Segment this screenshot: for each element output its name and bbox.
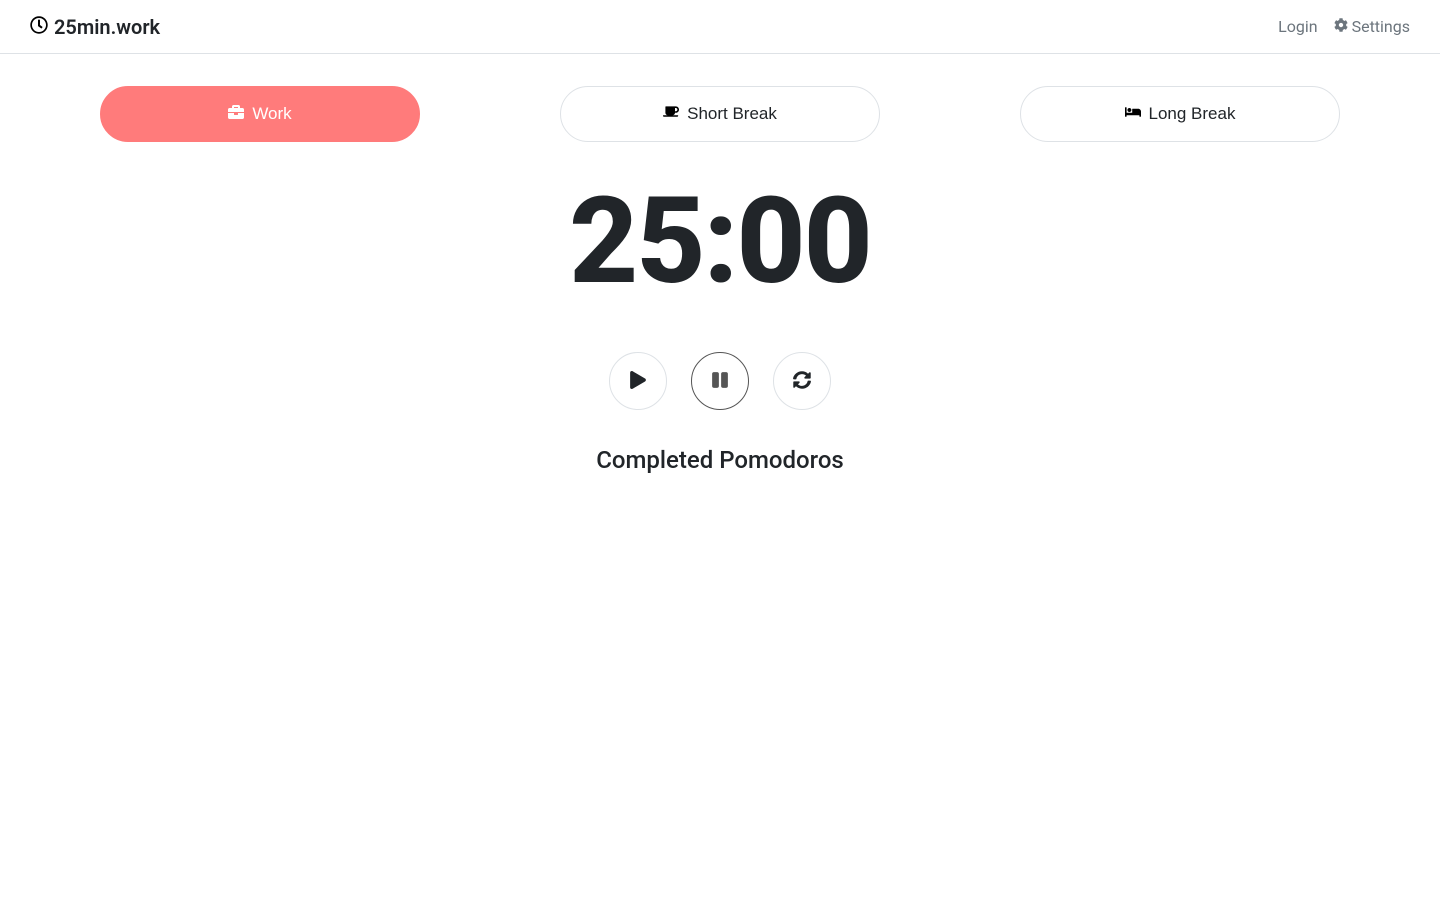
briefcase-icon — [228, 104, 244, 125]
main-container: Work Short Break Long Break 25:00 — [60, 54, 1380, 474]
clock-icon — [30, 15, 48, 39]
play-icon — [629, 371, 647, 392]
login-link[interactable]: Login — [1278, 17, 1317, 36]
tab-short-break[interactable]: Short Break — [560, 86, 880, 142]
reset-button[interactable] — [773, 352, 831, 410]
tab-short-break-label: Short Break — [687, 104, 777, 124]
timer-controls — [100, 352, 1340, 410]
settings-label: Settings — [1352, 17, 1410, 36]
nav-right: Login Settings — [1278, 17, 1410, 36]
pause-button[interactable] — [691, 352, 749, 410]
completed-heading: Completed Pomodoros — [100, 446, 1340, 474]
bed-icon — [1125, 104, 1141, 125]
settings-link[interactable]: Settings — [1334, 17, 1410, 36]
refresh-icon — [793, 371, 811, 392]
pause-icon — [711, 371, 729, 392]
play-button[interactable] — [609, 352, 667, 410]
tab-long-break-label: Long Break — [1149, 104, 1236, 124]
tab-work[interactable]: Work — [100, 86, 420, 142]
mode-tabs: Work Short Break Long Break — [100, 86, 1340, 142]
tab-long-break[interactable]: Long Break — [1020, 86, 1340, 142]
gear-icon — [1334, 17, 1348, 36]
timer-display: 25:00 — [100, 182, 1340, 302]
brand[interactable]: 25min.work — [30, 15, 160, 39]
coffee-icon — [663, 104, 679, 125]
login-label: Login — [1278, 17, 1317, 36]
brand-text: 25min.work — [54, 15, 160, 39]
navbar: 25min.work Login Settings — [0, 0, 1440, 54]
tab-work-label: Work — [252, 104, 291, 124]
